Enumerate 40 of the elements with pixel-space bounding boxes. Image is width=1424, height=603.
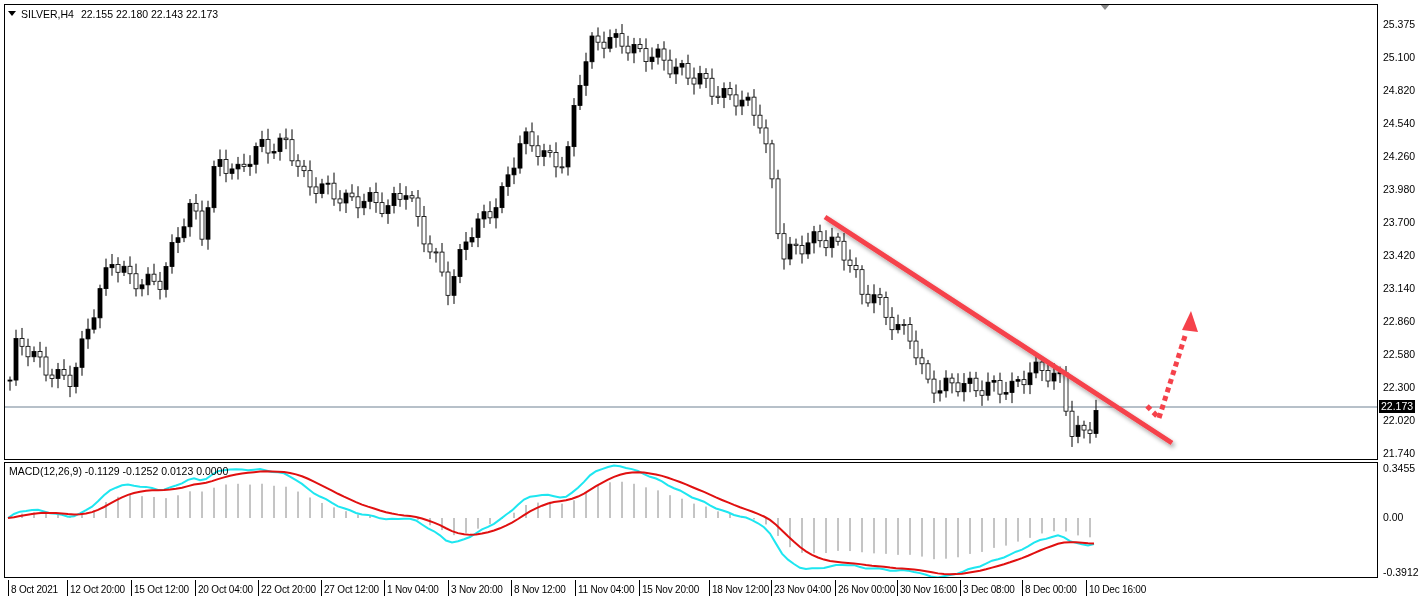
price-tick-label: 23.140 bbox=[1382, 282, 1416, 294]
quote-values: 22.155 22.180 22.143 22.173 bbox=[80, 8, 219, 20]
time-tick-label: 10 Dec 16:00 bbox=[1086, 580, 1147, 596]
time-tick-label: 27 Oct 12:00 bbox=[321, 580, 379, 596]
price-tick-label: 23.420 bbox=[1382, 249, 1416, 261]
time-tick-label: 3 Dec 08:00 bbox=[960, 580, 1015, 596]
price-tick-label: 22.020 bbox=[1382, 414, 1416, 426]
price-tick-label: 23.980 bbox=[1382, 183, 1416, 195]
macd-label: MACD(12,26,9) -0.1129 -0.1252 0.0123 0.0000 bbox=[9, 465, 229, 477]
time-tick-label: 22 Oct 20:00 bbox=[258, 580, 316, 596]
time-tick-label: 20 Oct 04:00 bbox=[195, 580, 253, 596]
price-tick-label: 24.820 bbox=[1382, 84, 1416, 96]
time-tick-label: 18 Nov 12:00 bbox=[709, 580, 770, 596]
macd-tick-label: 0.3455 bbox=[1382, 462, 1416, 474]
time-tick-label: 8 Nov 12:00 bbox=[511, 580, 566, 596]
macd-tick-label: -0.3912 bbox=[1382, 566, 1419, 578]
price-tick-label: 25.100 bbox=[1382, 51, 1416, 63]
current-price-label: 22.173 bbox=[1379, 400, 1416, 413]
time-tick-label: 8 Dec 00:00 bbox=[1022, 580, 1077, 596]
time-tick-label: 26 Nov 00:00 bbox=[835, 580, 896, 596]
symbol-label: SILVER,H4 bbox=[21, 8, 74, 20]
price-tick-label: 23.700 bbox=[1382, 216, 1416, 228]
price-tick-label: 21.740 bbox=[1382, 447, 1416, 459]
price-tick-label: 22.860 bbox=[1382, 315, 1416, 327]
time-tick-label: 30 Nov 16:00 bbox=[897, 580, 958, 596]
price-tick-label: 25.375 bbox=[1382, 18, 1416, 30]
time-tick-label: 1 Nov 04:00 bbox=[384, 580, 439, 596]
time-tick-label: 11 Nov 04:00 bbox=[575, 580, 635, 596]
time-tick-label: 8 Oct 2021 bbox=[8, 580, 58, 596]
price-tick-label: 24.260 bbox=[1382, 150, 1416, 162]
time-tick-label: 12 Oct 20:00 bbox=[67, 580, 125, 596]
macd-tick-label: 0.00 bbox=[1382, 511, 1404, 523]
time-tick-label: 15 Oct 12:00 bbox=[131, 580, 189, 596]
time-tick-label: 3 Nov 20:00 bbox=[448, 580, 503, 596]
price-tick-label: 24.540 bbox=[1382, 117, 1416, 129]
price-tick-label: 22.300 bbox=[1382, 381, 1416, 393]
time-tick-label: 23 Nov 04:00 bbox=[771, 580, 832, 596]
dropdown-icon[interactable] bbox=[8, 11, 16, 17]
price-tick-label: 22.580 bbox=[1382, 348, 1416, 360]
time-tick-label: 15 Nov 20:00 bbox=[639, 580, 700, 596]
